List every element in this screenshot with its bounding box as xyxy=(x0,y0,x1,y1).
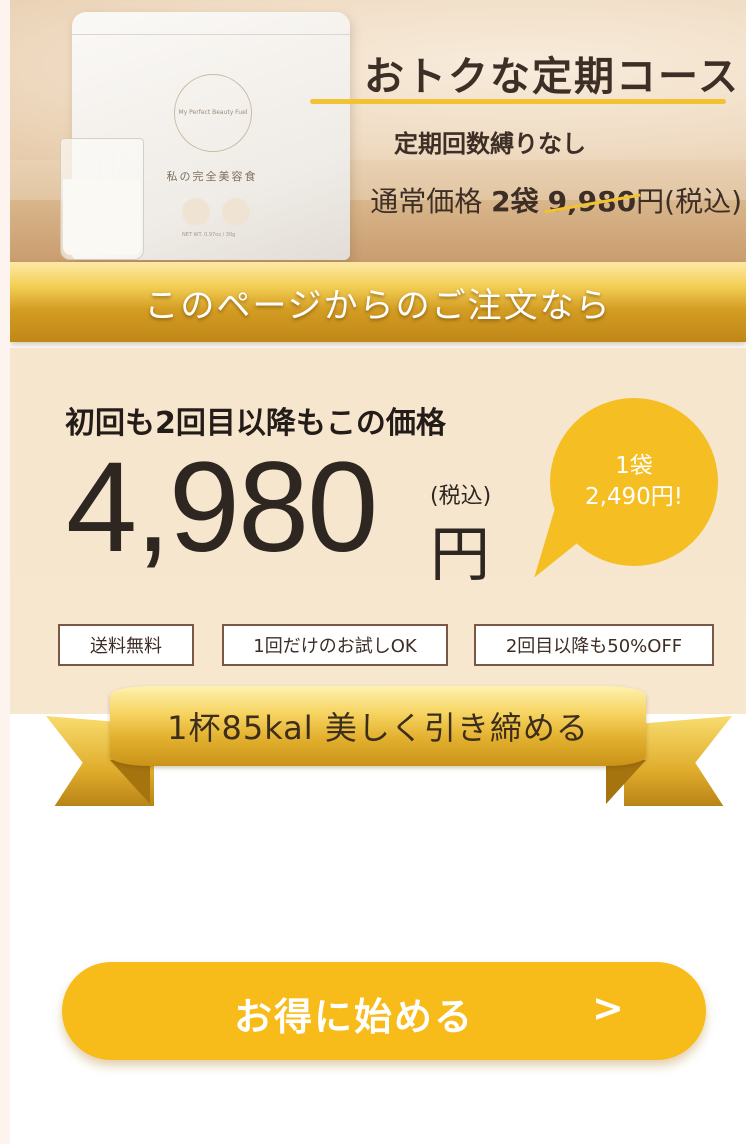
regular-price-suffix: 円(税込) xyxy=(636,185,742,218)
pouch-net-weight: NET WT. 0.97oz / 30g xyxy=(182,232,236,238)
pouch-seal xyxy=(72,12,350,35)
hero-title: おトクな定期コース xyxy=(364,53,740,100)
order-banner-text: このページからのご注文なら xyxy=(144,285,612,326)
calorie-ribbon: 1杯85kal 美しく引き締める xyxy=(110,686,646,766)
price-amount: 4,980 xyxy=(66,436,378,579)
bubble-line-2: 2,490円! xyxy=(584,484,684,510)
order-banner: このページからのご注文なら xyxy=(10,262,746,342)
bubble-line-1: 1袋 xyxy=(615,452,653,479)
pouch-badge-dot xyxy=(222,198,250,226)
tag-50-off: 2回目以降も50%OFF xyxy=(474,624,714,666)
hero-title-underline xyxy=(310,99,726,104)
pouch-badge-dot xyxy=(182,198,210,226)
landing-page: My Perfect Beauty Fuel 私の完全美容食 NET WT. 0… xyxy=(10,0,746,1144)
start-button-label: お得に始める xyxy=(234,995,475,1039)
price-panel: 初回も2回目以降もこの価格 4,980 (税込) 円 1袋 2,490円! 送料… xyxy=(10,348,746,714)
milk-fill xyxy=(63,179,141,255)
hero-section: My Perfect Beauty Fuel 私の完全美容食 NET WT. 0… xyxy=(10,0,746,262)
per-bag-price-bubble: 1袋 2,490円! xyxy=(550,398,718,566)
ribbon-text: 1杯85kal 美しく引き締める xyxy=(167,709,589,747)
price-currency: 円 xyxy=(430,520,490,590)
regular-price-label: 通常価格 xyxy=(370,185,483,218)
chevron-right-icon: > xyxy=(592,986,626,1030)
hero-subtitle: 定期回数縛りなし xyxy=(394,130,586,158)
tag-free-shipping: 送料無料 xyxy=(58,624,194,666)
milk-glass-image xyxy=(60,138,144,260)
regular-price: 通常価格 2袋 9,980円(税込) xyxy=(302,180,742,220)
start-button[interactable]: お得に始める > xyxy=(62,962,706,1060)
pouch-product-name: 私の完全美容食 xyxy=(166,170,258,183)
pouch-brand-logo: My Perfect Beauty Fuel xyxy=(174,74,252,152)
tag-one-time-trial: 1回だけのお試しOK xyxy=(222,624,448,666)
regular-price-number: 9,980 xyxy=(547,185,637,218)
pouch-brand-text: My Perfect Beauty Fuel xyxy=(178,109,248,117)
regular-quantity: 2袋 xyxy=(491,185,539,218)
